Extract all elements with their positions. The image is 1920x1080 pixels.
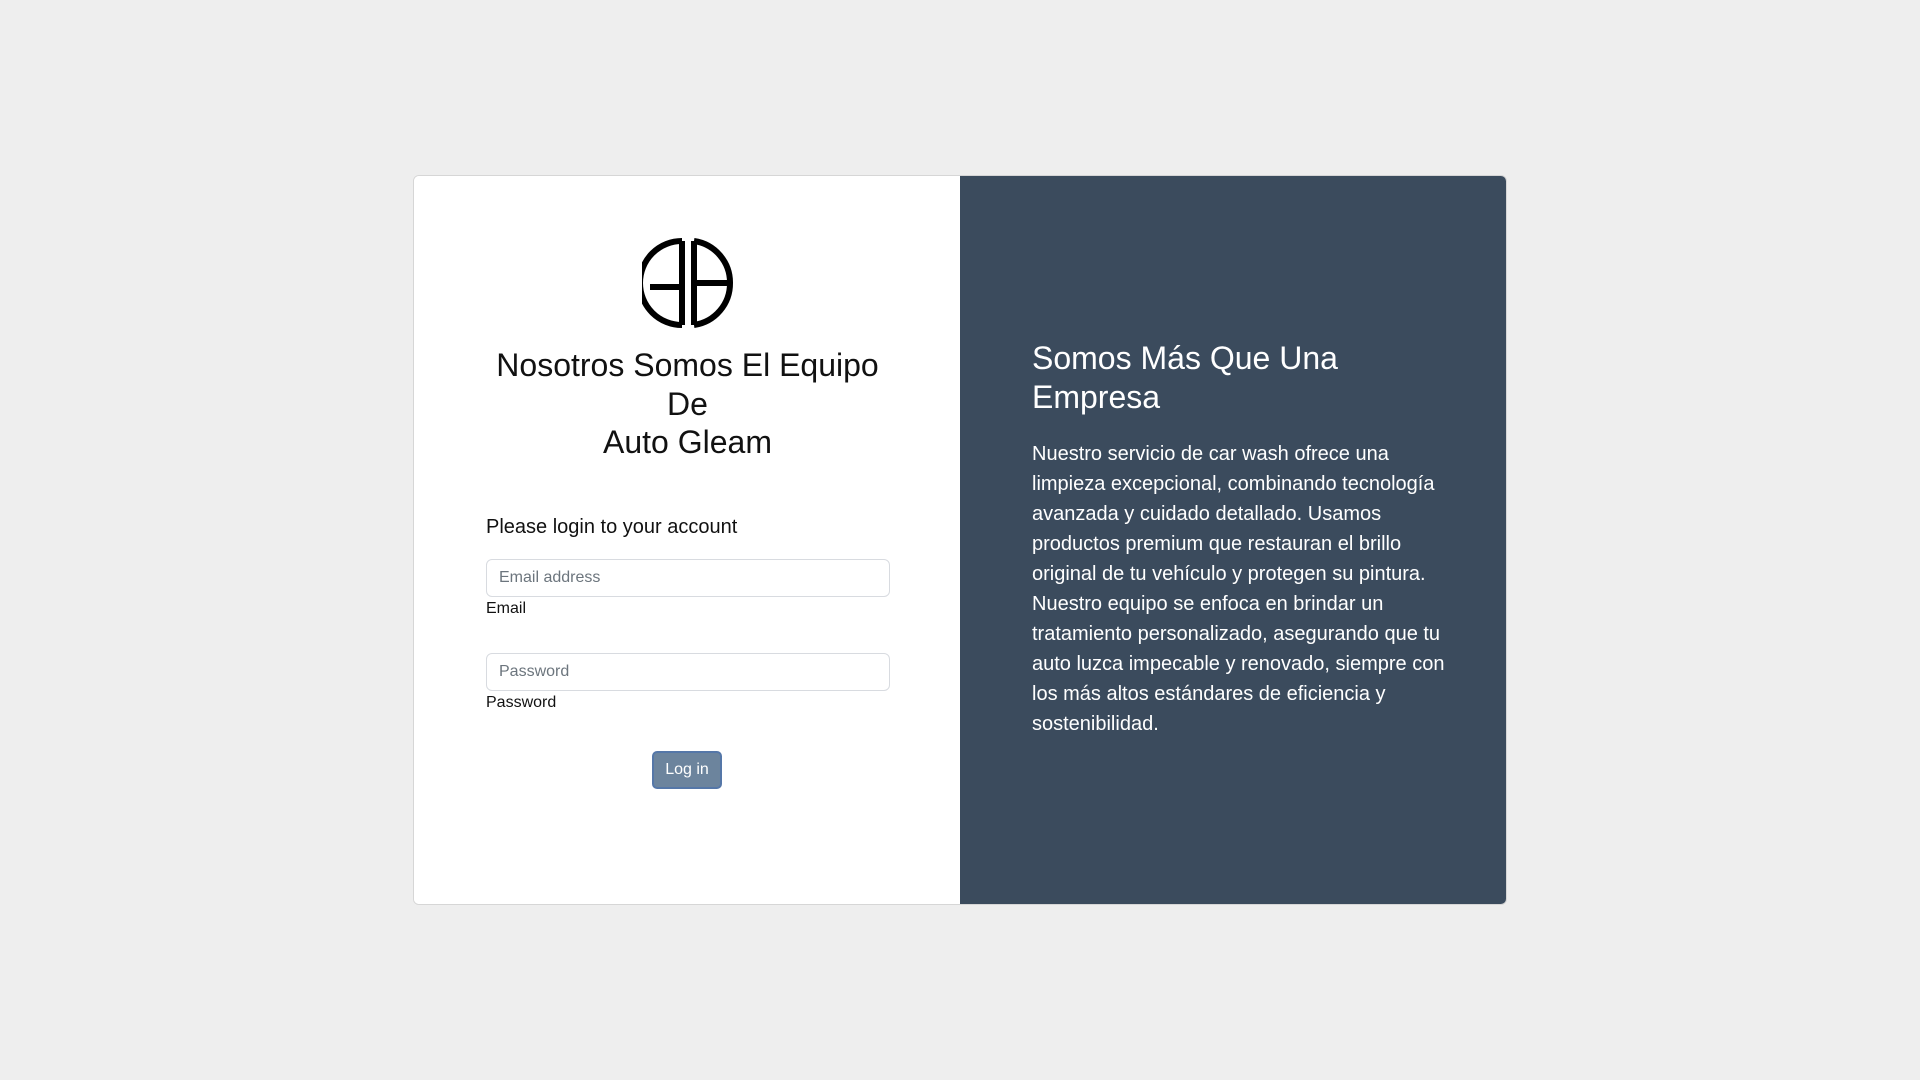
- login-button[interactable]: Log in: [652, 751, 722, 789]
- login-card: Nosotros Somos El Equipo De Auto Gleam P…: [413, 175, 1507, 905]
- promo-title: Somos Más Que Una Empresa: [1032, 340, 1338, 415]
- promo-panel: Somos Más Que Una Empresa Nuestro servic…: [960, 176, 1506, 904]
- brand-title-line-2: De: [667, 385, 708, 422]
- password-field-group: Password: [486, 653, 890, 712]
- password-input[interactable]: [486, 653, 890, 691]
- email-input[interactable]: [486, 559, 890, 597]
- ag-monogram-icon: [642, 238, 734, 328]
- login-panel: Nosotros Somos El Equipo De Auto Gleam P…: [414, 176, 960, 904]
- login-prompt: Please login to your account: [486, 516, 738, 538]
- promo-body: Nuestro servicio de car wash ofrece una …: [1032, 443, 1445, 735]
- brand-title: Nosotros Somos El Equipo De Auto Gleam: [454, 346, 921, 462]
- email-label: Email: [486, 600, 527, 617]
- brand-title-line-1: Nosotros Somos El Equipo: [496, 347, 879, 383]
- password-label: Password: [486, 694, 557, 711]
- email-field-group: Email: [486, 559, 890, 618]
- auto-gleam-logo: [642, 237, 734, 329]
- brand-title-line-3: Auto Gleam: [603, 424, 772, 460]
